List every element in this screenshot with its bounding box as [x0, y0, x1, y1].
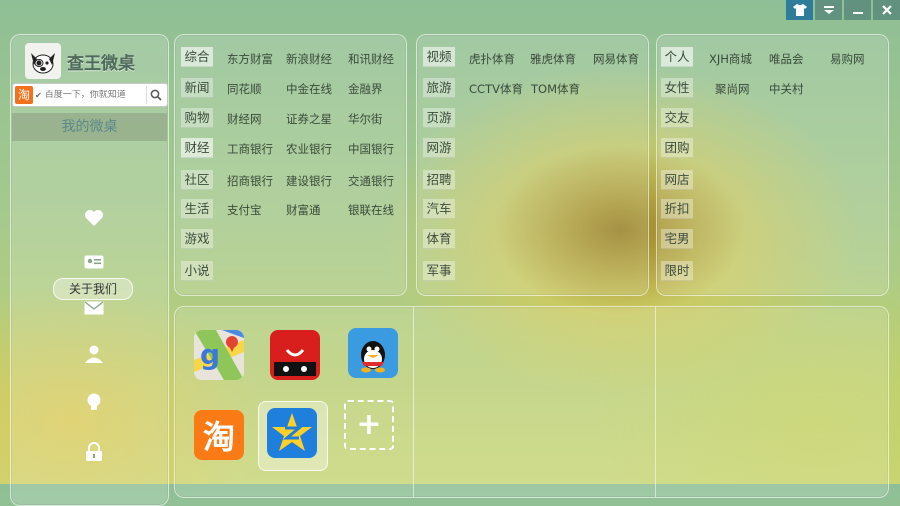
link[interactable]: 金融界 — [348, 81, 383, 97]
sidebar: 查王微桌 淘 ✔ 我的微桌 关于我们 — [10, 34, 169, 506]
category-tab[interactable]: 团购 — [661, 138, 693, 158]
category-tab[interactable]: 新闻 — [181, 78, 213, 98]
lock-icon[interactable] — [83, 441, 105, 463]
category-tab[interactable]: 女性 — [661, 78, 693, 98]
app-title: 查王微桌 — [67, 53, 135, 74]
taobao-label: 淘 — [202, 418, 235, 456]
link-panel-shopping: 个人 女性 交友 团购 网店 折扣 宅男 限时 XJH商城 唯品会 易购网 聚尚… — [656, 34, 889, 296]
link[interactable]: 财经网 — [227, 111, 262, 127]
divider — [655, 307, 656, 497]
link[interactable]: XJH商城 — [709, 51, 752, 67]
link[interactable]: 交通银行 — [348, 173, 394, 189]
user-icon[interactable] — [83, 343, 105, 365]
google-maps-app-icon[interactable]: g — [194, 330, 244, 380]
category-tab[interactable]: 折扣 — [661, 199, 693, 219]
link[interactable]: 唯品会 — [769, 51, 804, 67]
category-tab[interactable]: 游戏 — [181, 229, 213, 249]
link[interactable]: 财富通 — [286, 202, 321, 218]
dropdown-icon[interactable] — [815, 0, 842, 20]
dog-logo-icon — [25, 43, 61, 79]
close-icon[interactable] — [873, 0, 900, 20]
category-tab[interactable]: 社区 — [181, 170, 213, 190]
my-desk-tab[interactable]: 我的微桌 — [12, 113, 167, 141]
category-tab[interactable]: 页游 — [423, 108, 455, 128]
brand: 查王微桌 — [25, 43, 135, 79]
category-tab[interactable]: 交友 — [661, 108, 693, 128]
link[interactable]: 证券之星 — [286, 111, 332, 127]
skin-shirt-icon[interactable] — [786, 0, 813, 20]
mail-icon[interactable] — [83, 297, 105, 319]
taobao-app-icon[interactable]: 淘 — [194, 410, 244, 460]
link[interactable]: 东方财富 — [227, 51, 273, 67]
link[interactable]: 同花顺 — [227, 81, 262, 97]
link[interactable]: 和讯财经 — [348, 51, 394, 67]
category-tab[interactable]: 汽车 — [423, 199, 455, 219]
link[interactable]: 易购网 — [830, 51, 865, 67]
category-tab[interactable]: 视频 — [423, 47, 455, 67]
link-panel-sports: 视频 旅游 页游 网游 招聘 汽车 体育 军事 虎扑体育 雅虎体育 网易体育 C… — [416, 34, 649, 296]
category-tab[interactable]: 生活 — [181, 199, 213, 219]
link[interactable]: 工商银行 — [227, 141, 273, 157]
search-bar: 淘 ✔ — [12, 83, 168, 107]
category-tab[interactable]: 军事 — [423, 261, 455, 281]
divider — [413, 307, 414, 497]
link[interactable]: 新浪财经 — [286, 51, 332, 67]
heart-icon[interactable] — [83, 207, 105, 229]
qzone-app-icon[interactable] — [267, 408, 317, 458]
qq-app-icon[interactable] — [348, 328, 398, 378]
category-tab[interactable]: 体育 — [423, 229, 455, 249]
link[interactable]: 中金在线 — [286, 81, 332, 97]
plus-icon: + — [356, 407, 382, 442]
link[interactable]: 中国银行 — [348, 141, 394, 157]
link[interactable]: 建设银行 — [286, 173, 332, 189]
link[interactable]: 虎扑体育 — [469, 51, 515, 67]
link-panel-finance: 综合 新闻 购物 财经 社区 生活 游戏 小说 东方财富 新浪财经 和讯财经 同… — [174, 34, 407, 296]
link[interactable]: TOM体育 — [531, 81, 580, 97]
category-tab[interactable]: 小说 — [181, 261, 213, 281]
category-tab[interactable]: 财经 — [181, 138, 213, 158]
category-tab[interactable]: 综合 — [181, 47, 213, 67]
add-app-button[interactable]: + — [344, 400, 394, 450]
link[interactable]: 网易体育 — [593, 51, 639, 67]
category-tab[interactable]: 购物 — [181, 108, 213, 128]
search-input[interactable] — [41, 90, 140, 100]
category-tab[interactable]: 旅游 — [423, 78, 455, 98]
link[interactable]: 雅虎体育 — [530, 51, 576, 67]
lightbulb-icon[interactable] — [83, 391, 105, 413]
link[interactable]: 华尔街 — [348, 111, 383, 127]
category-tab[interactable]: 招聘 — [423, 170, 455, 190]
link[interactable]: 支付宝 — [227, 202, 262, 218]
category-tab[interactable]: 限时 — [661, 261, 693, 281]
minimize-icon[interactable] — [844, 0, 871, 20]
category-tab[interactable]: 宅男 — [661, 229, 693, 249]
link[interactable]: CCTV体育 — [469, 81, 523, 97]
category-tab[interactable]: 网店 — [661, 170, 693, 190]
link[interactable]: 农业银行 — [286, 141, 332, 157]
link[interactable]: 聚尚网 — [715, 81, 750, 97]
tmall-app-icon[interactable] — [270, 330, 320, 380]
link[interactable]: 招商银行 — [227, 173, 273, 189]
link[interactable]: 中关村 — [769, 81, 804, 97]
taobao-engine-icon[interactable]: 淘 — [15, 86, 33, 104]
svg-text:g: g — [200, 338, 220, 371]
search-icon[interactable] — [146, 86, 165, 104]
engine-chevron-icon[interactable]: ✔ — [35, 91, 42, 100]
category-tab[interactable]: 个人 — [661, 47, 693, 67]
category-tab[interactable]: 网游 — [423, 138, 455, 158]
contact-card-icon[interactable] — [83, 251, 105, 273]
link[interactable]: 银联在线 — [348, 202, 394, 218]
window-controls — [786, 0, 900, 20]
